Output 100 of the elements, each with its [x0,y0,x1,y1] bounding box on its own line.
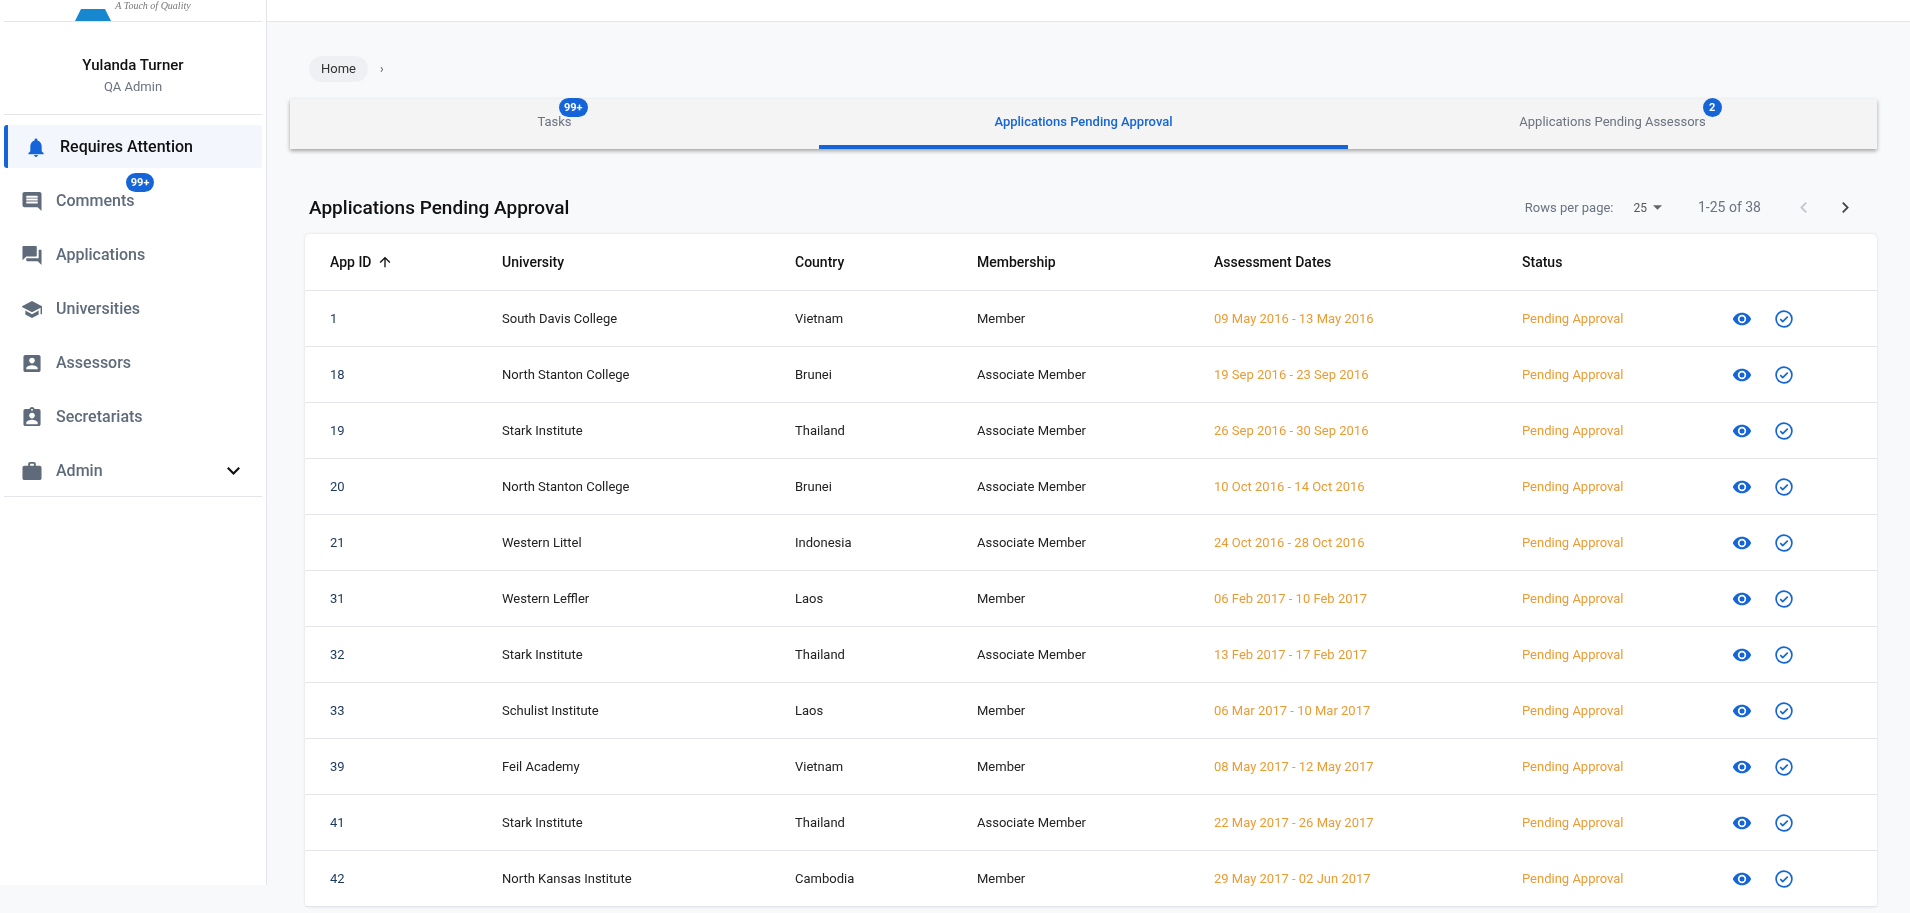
table-cell: 18 [330,366,345,382]
table-cell: 09 May 2016 - 13 May 2016 [1214,310,1374,326]
sidebar-item-label: Assessors [56,351,132,374]
logo-triangle-icon [75,9,112,21]
count-badge: 99+ [558,97,588,117]
approve-check-circle-icon[interactable] [1774,420,1794,441]
table-cell: Brunei [795,366,832,382]
sidebar-item-label: Applications [56,243,146,266]
table-cell: 13 Feb 2017 - 17 Feb 2017 [1214,646,1368,662]
sidebar-item-label: Admin [56,459,103,482]
table-cell: 24 Oct 2016 - 28 Oct 2016 [1214,534,1365,550]
sidebar-item[interactable]: Applications [4,233,262,276]
user-role: QA Admin [103,77,163,96]
column-header: Membership [977,252,1056,272]
approve-check-circle-icon[interactable] [1774,364,1794,385]
rows-per-page-label: Rows per page: [1524,199,1614,217]
table-cell: Pending Approval [1522,814,1624,830]
table-cell: 21 [330,534,345,550]
table-cell: 1 [330,310,338,326]
graduation-cap-icon [22,298,42,319]
sidebar-item[interactable]: Admin [4,449,262,492]
briefcase-icon [22,460,42,481]
table-cell: Associate Member [977,534,1086,550]
clipboard-person-icon [22,406,42,427]
column-header[interactable]: App ID [330,251,372,273]
count-badge: 2 [1702,97,1722,117]
table-cell: Associate Member [977,646,1086,662]
sidebar-item[interactable]: Requires Attention [4,125,262,168]
column-header: Country [795,252,845,272]
table-cell: Pending Approval [1522,422,1624,438]
table-cell: 08 May 2017 - 12 May 2017 [1214,758,1374,774]
count-badge: 99+ [125,172,155,192]
table-cell: Laos [795,590,824,606]
table-cell: Pending Approval [1522,366,1624,382]
table-cell: Western Littel [502,534,582,550]
sidebar-item-label: Universities [56,297,141,320]
rows-per-page-select[interactable]: 25 [1633,198,1662,217]
table-cell: South Davis College [502,310,618,326]
logo-tagline: A Touch of Quality [115,1,191,11]
approve-check-circle-icon[interactable] [1774,812,1794,833]
approve-check-circle-icon[interactable] [1774,476,1794,497]
table-cell: Associate Member [977,478,1086,494]
approve-check-circle-icon[interactable] [1774,644,1794,665]
table-cell: Pending Approval [1522,534,1624,550]
table-cell: North Stanton College [502,366,630,382]
table-cell: North Stanton College [502,478,630,494]
column-header: University [502,252,565,272]
table-cell: 06 Feb 2017 - 10 Feb 2017 [1214,590,1368,606]
table-cell: Stark Institute [502,422,583,438]
table-cell: Pending Approval [1522,870,1624,886]
table-cell: 20 [330,478,345,494]
tab[interactable]: Applications Pending Approval [819,98,1348,149]
table-cell: Pending Approval [1522,310,1624,326]
sidebar-item-label: Secretariats [56,405,143,428]
table-cell: Vietnam [795,758,844,774]
table-cell: Associate Member [977,422,1086,438]
table-cell: Stark Institute [502,814,583,830]
approve-check-circle-icon[interactable] [1774,308,1794,329]
table-cell: Pending Approval [1522,758,1624,774]
table-cell: Cambodia [795,870,855,886]
table-cell: Brunei [795,478,832,494]
table-cell: Pending Approval [1522,590,1624,606]
table-cell: 22 May 2017 - 26 May 2017 [1214,814,1374,830]
table-cell: 32 [330,646,345,662]
approve-check-circle-icon[interactable] [1774,756,1794,777]
table-cell: Western Leffler [502,590,590,606]
approve-check-circle-icon[interactable] [1774,588,1794,609]
chevron-down-icon[interactable] [227,466,240,475]
table-cell: Pending Approval [1522,478,1624,494]
chevron-right-icon [1841,202,1849,214]
sidebar-item-label: Requires Attention [60,135,193,158]
table-cell: Member [977,758,1026,774]
comment-icon [22,190,42,211]
table-cell: Associate Member [977,366,1086,382]
table-cell: Pending Approval [1522,702,1624,718]
sidebar-item[interactable]: Assessors [4,341,262,384]
breadcrumb-link[interactable]: Home [309,56,368,82]
table-cell: 26 Sep 2016 - 30 Sep 2016 [1214,422,1369,438]
table-cell: Thailand [795,646,845,662]
tab[interactable]: Tasks 99+ [290,98,819,149]
chat-bubbles-icon [22,244,42,265]
approve-check-circle-icon[interactable] [1774,868,1794,889]
table-title: Applications Pending Approval [309,194,570,221]
table-cell: 19 Sep 2016 - 23 Sep 2016 [1214,366,1369,382]
sidebar-item[interactable]: Universities [4,287,262,330]
table-cell: Thailand [795,422,845,438]
table-cell: 41 [330,814,345,830]
table-cell: Pending Approval [1522,646,1624,662]
approve-check-circle-icon[interactable] [1774,700,1794,721]
sidebar-item[interactable]: Secretariats [4,395,262,438]
table-cell: 06 Mar 2017 - 10 Mar 2017 [1214,702,1371,718]
table-cell: 39 [330,758,345,774]
table-cell: Vietnam [795,310,844,326]
table-cell: Thailand [795,814,845,830]
pagination-range: 1-25 of 38 [1698,198,1761,218]
approve-check-circle-icon[interactable] [1774,532,1794,553]
table-cell: Member [977,870,1026,886]
table-cell: Member [977,310,1026,326]
tab[interactable]: Applications Pending Assessors 2 [1348,98,1877,149]
table-cell: Schulist Institute [502,702,599,718]
